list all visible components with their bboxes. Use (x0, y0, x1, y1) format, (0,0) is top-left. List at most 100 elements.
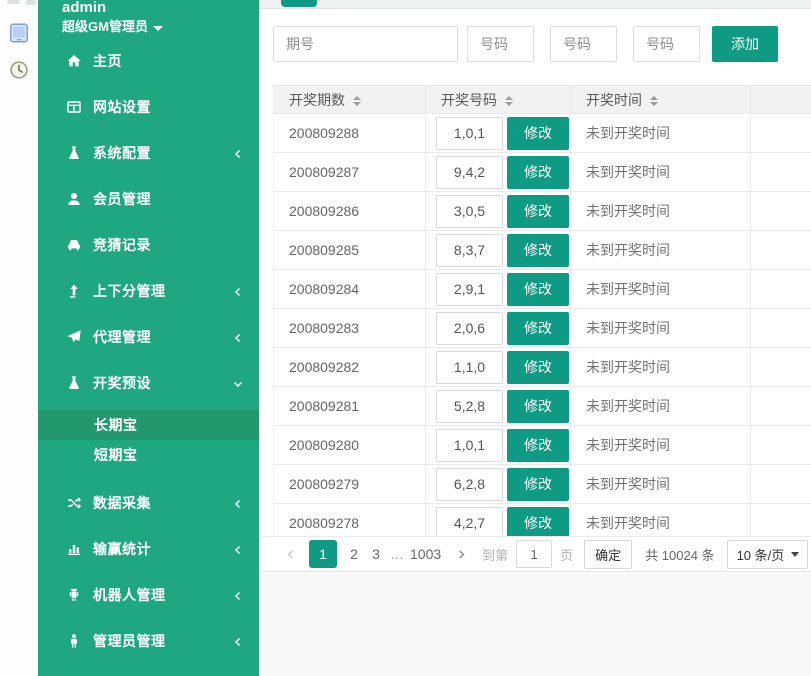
table-row: 200809278 修改 未到开奖时间 (274, 504, 811, 537)
user-role-label: 超级GM管理员 (62, 19, 148, 35)
period-cell: 200809281 (274, 387, 426, 426)
modify-button[interactable]: 修改 (507, 273, 569, 306)
page-background (259, 573, 811, 676)
caret-down-icon (791, 552, 799, 557)
sidebar-item-draw-presets[interactable]: 开奖预设 (38, 360, 259, 406)
period-filter-input[interactable] (273, 26, 458, 62)
chevron-left-icon (232, 497, 244, 509)
left-toolbar-rail (0, 0, 38, 676)
period-cell: 200809279 (274, 465, 426, 504)
window-icon (65, 99, 82, 116)
add-button[interactable]: 添加 (712, 26, 778, 62)
modify-button[interactable]: 修改 (507, 117, 569, 150)
arrow-up-icon (65, 283, 82, 300)
total-count-label: 共 10024 条 (645, 545, 714, 564)
status-cell: 未到开奖时间 (571, 192, 751, 231)
goto-page-input[interactable] (516, 540, 552, 568)
numbers-input[interactable] (436, 273, 503, 306)
home-icon (65, 53, 82, 70)
sidebar-item-data-collection[interactable]: 数据采集 (38, 480, 259, 526)
column-header-time[interactable]: 开奖时间 (571, 86, 751, 114)
numbers-input[interactable] (436, 351, 503, 384)
numbers-input[interactable] (436, 390, 503, 423)
modify-button[interactable]: 修改 (507, 507, 569, 537)
numbers-input[interactable] (436, 195, 503, 228)
sort-icon (650, 96, 658, 106)
modify-button[interactable]: 修改 (507, 429, 569, 462)
page-button[interactable]: 1003 (407, 546, 444, 562)
sidebar-subitem-duanqibao[interactable]: 短期宝 (38, 440, 259, 470)
numbers-input[interactable] (436, 312, 503, 345)
period-cell: 200809278 (274, 504, 426, 537)
sidebar-item-members[interactable]: 会员管理 (38, 176, 259, 222)
page-unit-label: 页 (560, 545, 573, 564)
column-header-period[interactable]: 开奖期数 (274, 86, 426, 114)
page-button-active[interactable]: 1 (309, 540, 337, 568)
sidebar-item-agents[interactable]: 代理管理 (38, 314, 259, 360)
main-content: 添加 开奖期数 开奖号码 开奖时间 200809288 修改 未到开奖时间 (259, 0, 811, 676)
numbers-input[interactable] (436, 468, 503, 501)
numbers-input[interactable] (436, 117, 503, 150)
paper-plane-icon (65, 329, 82, 346)
status-cell: 未到开奖时间 (571, 270, 751, 309)
column-header-numbers[interactable]: 开奖号码 (426, 86, 571, 114)
pagination: 1 2 3 … 1003 到第 页 确定 共 10024 条 10 条/页 (259, 536, 811, 572)
filter-bar: 添加 (273, 26, 778, 62)
modify-button[interactable]: 修改 (507, 312, 569, 345)
page-button[interactable]: 2 (343, 546, 365, 562)
flask-icon (65, 145, 82, 162)
modify-button[interactable]: 修改 (507, 234, 569, 267)
modify-button[interactable]: 修改 (507, 390, 569, 423)
sidebar-item-site-settings[interactable]: 网站设置 (38, 84, 259, 130)
person-icon (65, 633, 82, 650)
sidebar-item-win-loss-stats[interactable]: 输赢统计 (38, 526, 259, 572)
modify-button[interactable]: 修改 (507, 195, 569, 228)
sidebar-item-points[interactable]: 上下分管理 (38, 268, 259, 314)
page-ellipsis: … (387, 546, 407, 562)
numbers-input[interactable] (436, 429, 503, 462)
sidebar-item-home[interactable]: 主页 (38, 38, 259, 84)
period-cell: 200809280 (274, 426, 426, 465)
status-cell: 未到开奖时间 (571, 309, 751, 348)
partial-icon (7, 0, 20, 4)
top-tab-fragment[interactable] (281, 0, 317, 7)
modify-button[interactable]: 修改 (507, 468, 569, 501)
table-row: 200809279 修改 未到开奖时间 (274, 465, 811, 504)
status-cell: 未到开奖时间 (571, 348, 751, 387)
numbers-input[interactable] (436, 507, 503, 537)
table-row: 200809288 修改 未到开奖时间 (274, 114, 811, 153)
user-icon (65, 191, 82, 208)
sidebar-item-bet-records[interactable]: 竞猜记录 (38, 222, 259, 268)
number-filter-input-2[interactable] (550, 26, 617, 62)
clock-icon[interactable] (8, 59, 30, 81)
sidebar-item-system-config[interactable]: 系统配置 (38, 130, 259, 176)
modify-button[interactable]: 修改 (507, 351, 569, 384)
chevron-left-icon (232, 589, 244, 601)
status-cell: 未到开奖时间 (571, 153, 751, 192)
page-size-select[interactable]: 10 条/页 (727, 540, 809, 569)
number-filter-input-3[interactable] (633, 26, 700, 62)
number-filter-input-1[interactable] (467, 26, 534, 62)
period-cell: 200809286 (274, 192, 426, 231)
period-cell: 200809282 (274, 348, 426, 387)
status-cell: 未到开奖时间 (571, 465, 751, 504)
table-row: 200809287 修改 未到开奖时间 (274, 153, 811, 192)
modify-button[interactable]: 修改 (507, 156, 569, 189)
status-cell: 未到开奖时间 (571, 387, 751, 426)
sidebar-menu: 主页 网站设置 系统配置 会员管理 竞猜记录 上下分管理 代理管理 (38, 38, 259, 664)
sidebar-subitem-changqibao[interactable]: 长期宝 (38, 410, 259, 440)
confirm-button[interactable]: 确定 (584, 540, 632, 569)
next-page-icon[interactable] (454, 549, 468, 560)
draw-table: 开奖期数 开奖号码 开奖时间 200809288 修改 未到开奖时间 20080… (273, 85, 811, 536)
tablet-icon[interactable] (8, 22, 30, 44)
chevron-left-icon (232, 635, 244, 647)
prev-page-icon[interactable] (283, 549, 297, 560)
sidebar-submenu: 长期宝 短期宝 (38, 410, 259, 470)
user-role-dropdown[interactable]: 超级GM管理员 (62, 19, 259, 35)
page-button[interactable]: 3 (365, 546, 387, 562)
table-row: 200809284 修改 未到开奖时间 (274, 270, 811, 309)
numbers-input[interactable] (436, 234, 503, 267)
sidebar-item-admins[interactable]: 管理员管理 (38, 618, 259, 664)
numbers-input[interactable] (436, 156, 503, 189)
sidebar-item-robots[interactable]: 机器人管理 (38, 572, 259, 618)
